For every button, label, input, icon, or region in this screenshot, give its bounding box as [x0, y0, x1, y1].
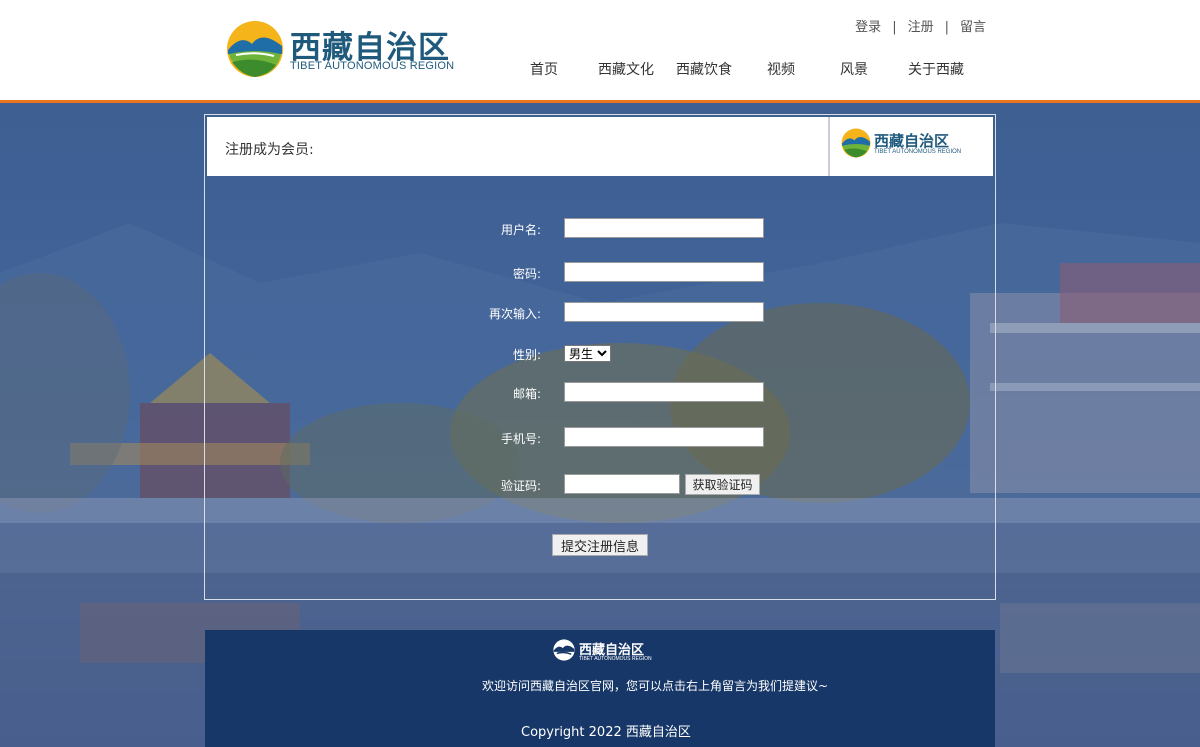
footer-logo-english: TIBET AUTONOMOUS REGION	[579, 656, 652, 662]
password-label: 密码:	[512, 267, 541, 281]
phone-row: 手机号:	[205, 427, 995, 449]
panel-header: 注册成为会员: 西藏自治区 TIBET AUTONOMOUS REGION	[207, 117, 993, 176]
site-logo[interactable]: 西藏自治区 TIBET AUTONOMOUS REGION	[226, 18, 466, 80]
gender-row: 性别: 男生	[205, 343, 995, 365]
nav-item-home[interactable]: 首页	[530, 59, 558, 79]
nav-item-about[interactable]: 关于西藏	[908, 59, 964, 79]
panel-logo: 西藏自治区 TIBET AUTONOMOUS REGION	[828, 117, 993, 176]
phone-label: 手机号:	[500, 432, 541, 446]
login-link[interactable]: 登录	[855, 20, 881, 35]
panel-logo-chinese: 西藏自治区	[874, 132, 950, 150]
footer-copyright: Copyright 2022 西藏自治区	[521, 725, 691, 740]
panel-title: 注册成为会员:	[225, 142, 314, 158]
email-row: 邮箱:	[205, 382, 995, 404]
mountain-sun-emblem-icon	[227, 21, 283, 77]
password-again-input[interactable]	[564, 302, 764, 322]
password-again-row: 再次输入:	[205, 302, 995, 324]
site-footer: 西藏自治区 TIBET AUTONOMOUS REGION 欢迎访问西藏自治区官…	[205, 630, 995, 747]
code-input[interactable]	[564, 474, 680, 494]
nav-item-food[interactable]: 西藏饮食	[676, 59, 732, 79]
username-input[interactable]	[564, 218, 764, 238]
register-link[interactable]: 注册	[908, 20, 934, 35]
phone-input[interactable]	[564, 427, 764, 447]
nav-item-culture[interactable]: 西藏文化	[598, 59, 654, 79]
nav-item-scenery[interactable]: 风景	[840, 59, 868, 79]
get-code-button[interactable]: 获取验证码	[685, 474, 760, 495]
gender-label: 性别:	[512, 348, 541, 362]
register-panel: 注册成为会员: 西藏自治区 TIBET AUTONOMOUS REGION 用户…	[204, 114, 996, 600]
logo-english-text: TIBET AUTONOMOUS REGION	[290, 60, 455, 72]
code-label: 验证码:	[500, 479, 541, 493]
username-label: 用户名:	[500, 223, 541, 237]
mountain-sun-emblem-icon	[553, 639, 575, 661]
divider: |	[892, 20, 897, 35]
password-input[interactable]	[564, 262, 764, 282]
nav-item-video[interactable]: 视频	[767, 59, 795, 79]
divider: |	[944, 20, 949, 35]
password-again-label: 再次输入:	[488, 307, 541, 321]
mountain-sun-emblem-icon	[841, 128, 871, 158]
password-row: 密码:	[205, 262, 995, 284]
submit-register-button[interactable]: 提交注册信息	[552, 534, 648, 556]
site-header: 西藏自治区 TIBET AUTONOMOUS REGION 登录 | 注册 | 留言 首…	[0, 0, 1200, 103]
email-label: 邮箱:	[512, 387, 541, 401]
top-links: 登录 | 注册 | 留言	[855, 16, 986, 35]
code-row: 验证码: 获取验证码	[205, 474, 995, 496]
email-input[interactable]	[564, 382, 764, 402]
gender-select[interactable]: 男生	[564, 345, 611, 362]
username-row: 用户名:	[205, 218, 995, 240]
footer-message: 欢迎访问西藏自治区官网，您可以点击右上角留言为我们提建议~	[481, 679, 829, 693]
panel-logo-english: TIBET AUTONOMOUS REGION	[874, 149, 962, 155]
message-link[interactable]: 留言	[960, 20, 986, 35]
